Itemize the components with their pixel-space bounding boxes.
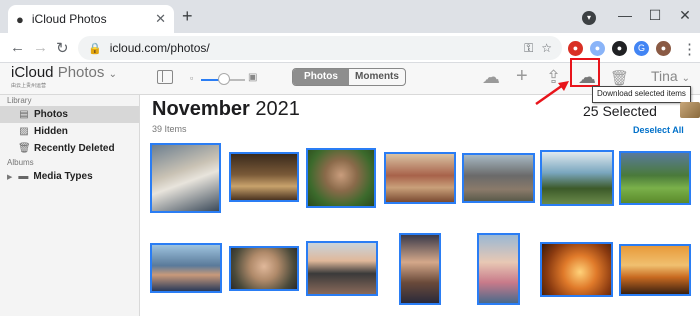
profile-menu-icon[interactable]: ▾ — [582, 11, 596, 25]
sidebar-item-label: Media Types — [33, 171, 93, 182]
view-tabs: Photos Moments — [292, 68, 406, 86]
extension-dark-icon[interactable]: ● — [612, 41, 627, 56]
month-label: November — [152, 98, 250, 120]
sidebar-item-label: Recently Deleted — [34, 143, 115, 154]
photo-thumbnail[interactable] — [477, 233, 520, 305]
disclosure-triangle-icon[interactable]: ▶ — [7, 173, 12, 181]
photo-image — [386, 154, 454, 202]
zoom-out-icon: ▫ — [190, 73, 194, 83]
photo-image — [231, 154, 297, 200]
maximize-button[interactable]: ☐ — [640, 0, 670, 33]
photo-image — [401, 235, 439, 303]
brand-photos: Photos — [57, 64, 105, 81]
photo-image — [621, 246, 689, 294]
photo-thumbnail[interactable] — [306, 241, 378, 296]
photo-thumbnail[interactable] — [229, 246, 299, 291]
photo-thumbnail[interactable] — [306, 148, 376, 208]
tab-title: iCloud Photos — [31, 12, 107, 26]
photo-image — [308, 150, 374, 206]
sidebar-section-library: Library — [7, 96, 32, 105]
sidebar-item-media-types[interactable]: ▶ ▬ Media Types — [0, 168, 139, 185]
add-icon[interactable]: + — [516, 65, 528, 88]
password-key-icon[interactable]: ⚿ — [524, 41, 533, 56]
extension-blue-icon[interactable]: ● — [590, 41, 605, 56]
sidebar-item-photos[interactable]: ▤ Photos — [0, 106, 139, 123]
photo-thumbnail[interactable] — [150, 243, 222, 293]
new-tab-button[interactable]: + — [182, 6, 193, 27]
photo-image — [542, 152, 612, 204]
extension-red-icon[interactable]: ● — [568, 41, 583, 56]
photo-thumbnail[interactable] — [462, 153, 535, 203]
slider-knob[interactable] — [218, 73, 230, 85]
page-title: November 2021 — [152, 98, 300, 121]
selected-thumbnail — [680, 102, 700, 118]
address-bar[interactable]: 🔒 icloud.com/photos/ ⚿ ☆ — [78, 36, 562, 60]
url-text[interactable]: icloud.com/photos/ — [110, 41, 516, 55]
sidebar-section-albums: Albums — [7, 158, 34, 167]
folder-icon: ▬ — [18, 171, 29, 182]
photo-thumbnail[interactable] — [384, 152, 456, 204]
user-menu[interactable]: Tina ⌄ — [651, 68, 690, 84]
photo-image — [231, 248, 297, 289]
apple-icon: ● — [16, 11, 24, 27]
brand-caption: 由云上贵州运营 — [11, 83, 47, 89]
tab-moments[interactable]: Moments — [349, 69, 405, 85]
photo-image — [464, 155, 533, 201]
sidebar-item-label: Photos — [34, 109, 68, 120]
photo-thumbnail[interactable] — [229, 152, 299, 202]
photo-thumbnail[interactable] — [399, 233, 441, 305]
trash-icon[interactable]: 🗑 — [610, 69, 629, 87]
sidebar-item-recently-deleted[interactable]: 🗑 Recently Deleted — [0, 140, 139, 157]
browser-tab[interactable]: ● iCloud Photos ✕ — [8, 5, 174, 33]
tab-photos[interactable]: Photos — [293, 69, 349, 85]
bookmark-star-icon[interactable]: ☆ — [541, 41, 552, 55]
photo-image — [621, 153, 689, 203]
sidebar-item-label: Hidden — [34, 126, 68, 137]
deselect-all-link[interactable]: Deselect All — [633, 125, 684, 135]
items-count: 39 Items — [152, 124, 187, 134]
user-name: Tina — [651, 68, 678, 84]
lock-icon: 🔒 — [88, 42, 102, 55]
photo-thumbnail[interactable] — [619, 244, 691, 296]
brand-icloud: iCloud — [11, 64, 54, 81]
download-highlight-box — [570, 58, 600, 87]
photo-image — [308, 243, 376, 294]
year-label: 2021 — [255, 98, 300, 120]
red-arrow-icon — [535, 81, 569, 106]
browser-tab-strip: ● iCloud Photos ✕ + ▾ — ☐ ✕ — [0, 0, 700, 33]
close-window-button[interactable]: ✕ — [670, 0, 700, 33]
back-button[interactable]: ← — [10, 39, 25, 56]
download-tooltip: Download selected items — [592, 86, 691, 103]
photo-image — [152, 245, 220, 291]
translate-icon[interactable]: G — [634, 41, 649, 56]
zoom-in-icon: ▣ — [248, 72, 258, 83]
forward-button[interactable]: → — [33, 39, 48, 56]
photo-thumbnail[interactable] — [540, 150, 614, 206]
photos-icon: ▤ — [19, 109, 29, 120]
app-switcher[interactable]: iCloud Photos ⌄ — [11, 64, 117, 81]
tab-close-icon[interactable]: ✕ — [155, 11, 166, 27]
photo-image — [152, 145, 219, 211]
chevron-down-icon: ⌄ — [108, 69, 117, 80]
photo-thumbnail[interactable] — [150, 143, 221, 213]
zoom-slider[interactable]: ▫ ▣ — [190, 72, 260, 85]
browser-menu-icon[interactable]: ⋮ — [682, 40, 697, 58]
photo-image — [479, 235, 518, 303]
sidebar-item-hidden[interactable]: ▨ Hidden — [0, 123, 139, 140]
photo-thumbnail[interactable] — [540, 242, 613, 297]
photo-image — [542, 244, 611, 295]
profile-avatar[interactable]: ● — [656, 41, 671, 56]
hidden-icon: ▨ — [19, 126, 29, 137]
minimize-button[interactable]: — — [610, 0, 640, 33]
sidebar: Library ▤ Photos ▨ Hidden 🗑 Recently Del… — [0, 95, 140, 316]
photo-thumbnail[interactable] — [619, 151, 691, 205]
trash-icon: 🗑 — [18, 143, 31, 154]
chevron-down-icon: ⌄ — [681, 73, 690, 84]
sidebar-toggle-icon[interactable] — [157, 70, 173, 84]
selected-count: 25 Selected — [583, 103, 657, 119]
upload-icon[interactable]: ☁ — [482, 67, 500, 88]
reload-button[interactable]: ↻ — [56, 39, 69, 57]
